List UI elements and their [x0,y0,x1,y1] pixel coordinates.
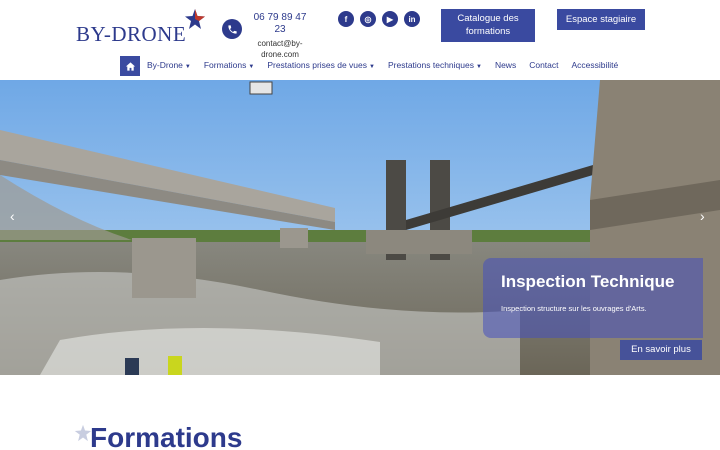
email-line-1: contact@by- [257,39,303,48]
slide-subtitle: Inspection structure sur les ouvrages d'… [501,304,647,313]
caret-down-icon: ▼ [184,64,191,70]
nav-item-label: By-Drone [147,60,183,70]
home-icon[interactable] [120,56,140,76]
slide-caption: Inspection Technique Inspection structur… [483,258,703,338]
contact-info: 06 79 89 47 23 contact@by- drone.com [248,12,312,60]
section-title: Formations [90,422,243,450]
hero-carousel: ‹ › Inspection Technique Inspection stru… [0,80,720,375]
espace-stagiaire-button[interactable]: Espace stagiaire [557,9,645,30]
nav-item-contact[interactable]: Contact [529,60,558,70]
youtube-icon[interactable]: ▶ [382,11,398,27]
carousel-next-button[interactable]: › [700,208,705,224]
caret-down-icon: ▼ [475,64,482,70]
social-links: f ◎ ▶ in [338,11,420,27]
carousel-prev-button[interactable]: ‹ [10,208,15,224]
nav-item-prestations-prises-de-vues[interactable]: Prestations prises de vues ▼ [267,60,375,70]
en-savoir-plus-button[interactable]: En savoir plus [620,340,702,360]
nav-items: By-Drone ▼ Formations ▼ Prestations prises… [147,60,618,70]
nav-item-label: Prestations techniques [387,60,474,70]
logo[interactable]: BY-DRONE [76,8,206,46]
catalogue-button[interactable]: Catalogue des formations [441,9,535,42]
instagram-icon[interactable]: ◎ [360,11,376,27]
star-icon [185,9,205,29]
caret-down-icon: ▼ [369,64,375,70]
header: BY-DRONE 06 79 89 47 23 contact@by- dron… [0,0,720,59]
phone-icon[interactable] [222,19,242,39]
nav-item-by-drone[interactable]: By-Drone ▼ [147,60,191,70]
linkedin-icon[interactable]: in [404,11,420,27]
nav-item-label: Formations [203,60,247,70]
caret-down-icon: ▼ [248,64,255,70]
nav-item-accessibilite[interactable]: Accessibilité [572,60,619,70]
facebook-icon[interactable]: f [338,11,354,27]
page: BY-DRONE 06 79 89 47 23 contact@by- dron… [0,0,720,450]
main-nav: By-Drone ▼ Formations ▼ Prestations prises… [0,55,720,77]
phone-number[interactable]: 06 79 89 47 23 [248,12,312,36]
nav-item-formations[interactable]: Formations ▼ [204,60,254,70]
nav-item-news[interactable]: News [495,60,516,70]
slide-title: Inspection Technique [501,272,675,291]
logo-text: BY-DRONE [76,22,187,46]
nav-item-prestations-techniques[interactable]: Prestations techniques ▼ [388,60,482,70]
nav-item-label: Prestations prises de vues [267,60,368,70]
